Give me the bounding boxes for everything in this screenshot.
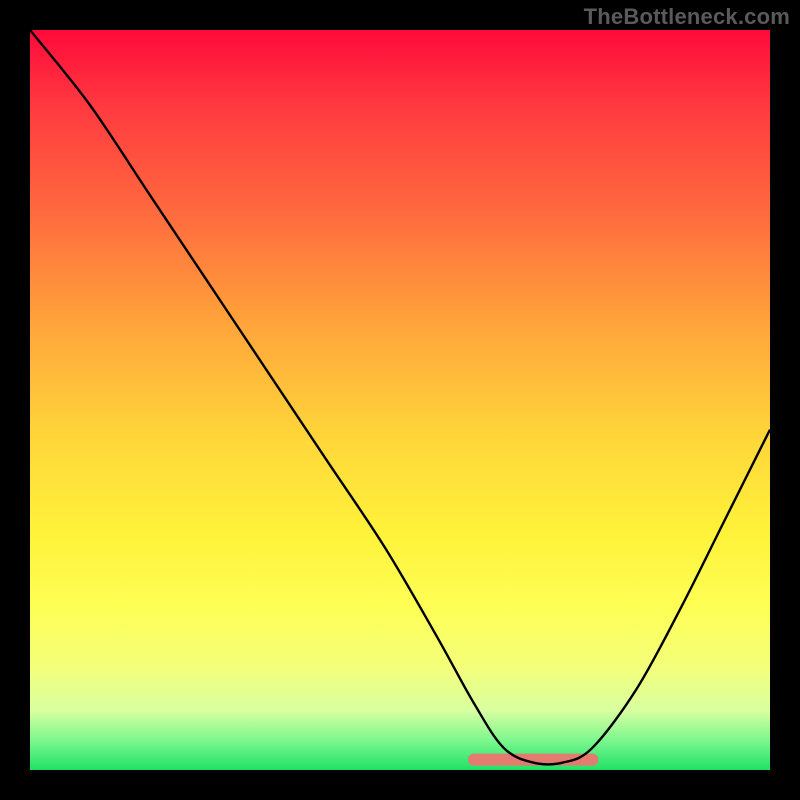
chart-frame: TheBottleneck.com	[0, 0, 800, 800]
bottleneck-curve	[30, 30, 770, 764]
plot-area	[30, 30, 770, 770]
attribution-text: TheBottleneck.com	[584, 4, 790, 30]
curve-layer	[30, 30, 770, 770]
